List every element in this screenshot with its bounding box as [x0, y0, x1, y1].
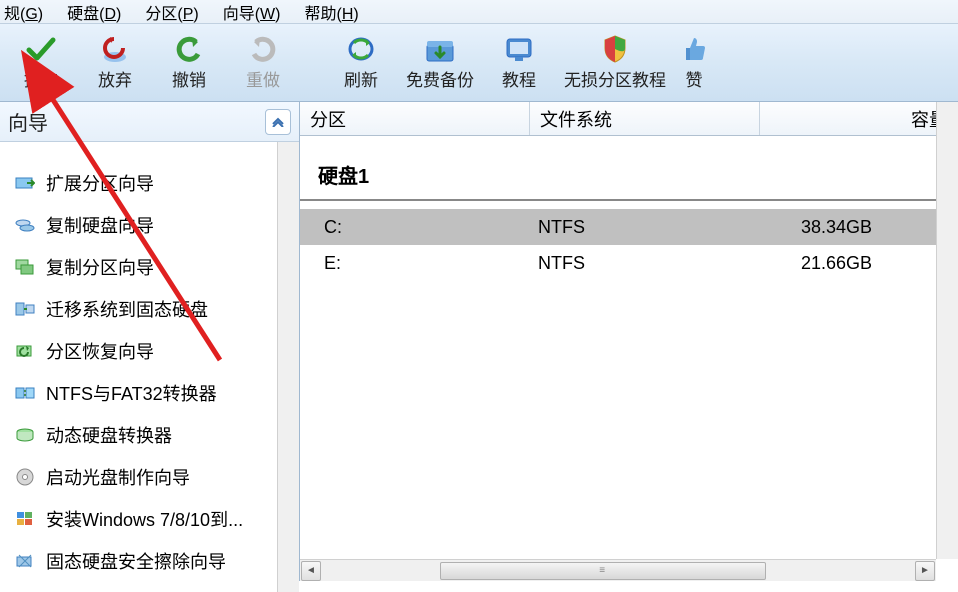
undo-button[interactable]: 撤销 — [152, 30, 226, 95]
extend-icon — [14, 172, 36, 194]
wizard-ntfs-fat32[interactable]: NTFS与FAT32转换器 — [10, 372, 267, 414]
left-scrollbar[interactable] — [277, 142, 299, 592]
backup-button[interactable]: 免费备份 — [398, 30, 482, 95]
migrate-icon — [14, 298, 36, 320]
tutorial-button[interactable]: 教程 — [482, 30, 556, 95]
wizard-item-label: 分区恢复向导 — [46, 338, 154, 364]
like-icon — [682, 34, 706, 64]
recovery-icon — [14, 340, 36, 362]
main-area: 向导 扩展分区向导 复制硬盘向导 复制分区向导 — [0, 102, 958, 581]
redo-button[interactable]: 重做 — [226, 30, 300, 95]
copy-disk-icon — [14, 214, 36, 236]
redo-icon — [248, 34, 278, 64]
partition-letter: C: — [300, 217, 530, 238]
scroll-thumb[interactable]: ≡ — [440, 562, 766, 580]
lossless-tutorial-button[interactable]: 无损分区教程 — [556, 30, 674, 95]
menu-general[interactable]: 规(G) — [0, 0, 47, 24]
wizard-copy-disk[interactable]: 复制硬盘向导 — [10, 204, 267, 246]
backup-label: 免费备份 — [406, 66, 474, 91]
tutorial-label: 教程 — [502, 66, 536, 91]
undo-label: 撤销 — [172, 66, 206, 91]
discard-icon — [100, 34, 130, 64]
wizard-item-label: 启动光盘制作向导 — [46, 464, 190, 490]
right-h-scrollbar[interactable]: ◄ ≡ ► — [300, 559, 936, 581]
wizard-install-windows[interactable]: 安装Windows 7/8/10到... — [10, 498, 267, 540]
wizard-boot-disc[interactable]: 启动光盘制作向导 — [10, 456, 267, 498]
wizard-item-label: 动态硬盘转换器 — [46, 422, 172, 448]
partition-capacity: 21.66GB — [742, 253, 882, 274]
wizard-item-label: 复制硬盘向导 — [46, 212, 154, 238]
left-pane: 向导 扩展分区向导 复制硬盘向导 复制分区向导 — [0, 102, 300, 581]
wizard-ssd-secure-erase[interactable]: 固态硬盘安全擦除向导 — [10, 540, 267, 582]
convert-fs-icon — [14, 382, 36, 404]
partition-letter: E: — [300, 253, 530, 274]
column-headers: 分区 文件系统 容量 — [300, 102, 958, 136]
like-button[interactable]: 赞 — [674, 30, 714, 95]
col-partition[interactable]: 分区 — [300, 102, 530, 135]
wizard-partition-recovery[interactable]: 分区恢复向导 — [10, 330, 267, 372]
redo-label: 重做 — [246, 66, 280, 91]
wizard-list: 扩展分区向导 复制硬盘向导 复制分区向导 迁移系统到固态硬盘 分区恢复向导 — [0, 142, 277, 592]
scroll-right-button[interactable]: ► — [915, 561, 935, 581]
wizard-item-label: 迁移系统到固态硬盘 — [46, 296, 208, 322]
undo-icon — [174, 34, 204, 64]
wizard-extend-partition[interactable]: 扩展分区向导 — [10, 162, 267, 204]
erase-icon — [14, 550, 36, 572]
scroll-left-button[interactable]: ◄ — [301, 561, 321, 581]
lossless-label: 无损分区教程 — [564, 66, 666, 91]
refresh-label: 刷新 — [344, 66, 378, 91]
windows-icon — [14, 508, 36, 530]
wizard-dynamic-convert[interactable]: 动态硬盘转换器 — [10, 414, 267, 456]
shield-icon — [601, 34, 629, 64]
col-filesystem[interactable]: 文件系统 — [530, 102, 760, 135]
partition-row[interactable]: E: NTFS 21.66GB — [300, 245, 958, 281]
wizard-item-label: 扩展分区向导 — [46, 170, 154, 196]
refresh-icon — [346, 34, 376, 64]
discard-label: 放弃 — [98, 66, 132, 91]
chevron-up-icon — [271, 117, 285, 127]
scroll-track[interactable]: ≡ — [322, 561, 914, 581]
right-v-scrollbar[interactable] — [936, 102, 958, 559]
commit-button[interactable]: 提交 — [4, 30, 78, 95]
menu-bar: 规(G) 硬盘(D) 分区(P) 向导(W) 帮助(H) — [0, 0, 958, 24]
wizard-item-label: NTFS与FAT32转换器 — [46, 380, 217, 406]
disc-icon — [14, 466, 36, 488]
wizard-item-label: 复制分区向导 — [46, 254, 154, 280]
copy-partition-icon — [14, 256, 36, 278]
wizard-item-label: 安装Windows 7/8/10到... — [46, 506, 243, 532]
partition-fs: NTFS — [530, 217, 742, 238]
toolbar: 提交 放弃 撤销 重做 刷新 免费备份 教程 — [0, 24, 958, 102]
menu-partition[interactable]: 分区(P) — [141, 0, 202, 24]
partition-row[interactable]: C: NTFS 38.34GB — [300, 209, 958, 245]
discard-button[interactable]: 放弃 — [78, 30, 152, 95]
menu-wizard[interactable]: 向导(W) — [219, 0, 285, 24]
refresh-button[interactable]: 刷新 — [324, 30, 398, 95]
backup-icon — [424, 34, 456, 64]
collapse-button[interactable] — [265, 109, 291, 135]
menu-help[interactable]: 帮助(H) — [300, 0, 362, 24]
disk-content: 硬盘1 C: NTFS 38.34GB E: NTFS 21.66GB — [300, 136, 958, 581]
dynamic-icon — [14, 424, 36, 446]
wizard-item-label: 固态硬盘安全擦除向导 — [46, 548, 226, 574]
tutorial-icon — [503, 34, 535, 64]
partition-fs: NTFS — [530, 253, 742, 274]
commit-label: 提交 — [24, 66, 58, 91]
partition-capacity: 38.34GB — [742, 217, 882, 238]
col-capacity[interactable]: 容量 — [760, 102, 958, 135]
wizard-migrate-ssd[interactable]: 迁移系统到固态硬盘 — [10, 288, 267, 330]
check-icon — [26, 34, 56, 64]
disk-title: 硬盘1 — [300, 136, 958, 201]
right-pane: 分区 文件系统 容量 硬盘1 C: NTFS 38.34GB E: NTFS 2… — [300, 102, 958, 581]
menu-disk[interactable]: 硬盘(D) — [63, 0, 125, 24]
wizard-copy-partition[interactable]: 复制分区向导 — [10, 246, 267, 288]
wizard-panel-title: 向导 — [8, 107, 48, 136]
like-label: 赞 — [686, 66, 703, 91]
left-header: 向导 — [0, 102, 299, 142]
